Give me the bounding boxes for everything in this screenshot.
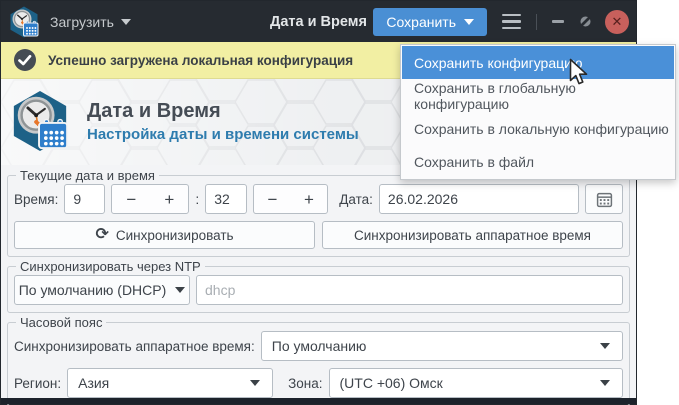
minutes-decrement-button[interactable]: − — [254, 185, 291, 213]
hours-decrement-button[interactable]: − — [112, 185, 150, 213]
calendar-picker-button[interactable] — [585, 184, 623, 214]
ntp-mode-value: По умолчанию (DHCP) — [18, 282, 167, 298]
menu-item-save-config[interactable]: Сохранить конфигурацию — [402, 46, 674, 79]
module-clock-icon — [9, 88, 71, 154]
minutes-increment-button[interactable]: + — [291, 185, 328, 213]
date-input[interactable] — [378, 184, 579, 214]
app-clock-icon — [8, 6, 40, 38]
chevron-down-icon — [175, 287, 186, 293]
titlebar-separator — [536, 13, 537, 30]
notification-text: Успешно загружена локальная конфигурация — [48, 52, 354, 68]
save-dropdown-menu: Сохранить конфигурацию Сохранить в глоба… — [400, 44, 676, 180]
hw-sync-value: По умолчанию — [271, 338, 367, 354]
time-label: Время: — [14, 191, 59, 207]
zone-select[interactable]: (UTC +06) Омск — [328, 368, 623, 398]
menu-item-save-local-config[interactable]: Сохранить в локальную конфигурацию — [402, 112, 674, 145]
timezone-legend: Часовой пояс — [20, 315, 103, 330]
sync-time-label: Синхронизировать — [115, 227, 234, 243]
menu-item-label: Сохранить в локальную конфигурацию — [414, 120, 669, 137]
hours-stepper: − + — [111, 184, 190, 214]
hours-input[interactable] — [64, 184, 106, 214]
minimize-button[interactable] — [550, 20, 566, 23]
load-menu-button[interactable]: Загрузить — [50, 14, 131, 30]
close-button[interactable]: ✕ — [605, 9, 629, 34]
zone-label: Зона: — [288, 375, 323, 391]
region-select[interactable]: Азия — [67, 368, 274, 398]
status-bar — [1, 398, 636, 404]
region-value: Азия — [78, 375, 110, 391]
sync-hardware-time-button[interactable]: Синхронизировать аппаратное время — [322, 221, 623, 249]
current-datetime-group: Текущие дата и время Время: − + : − + Да… — [7, 168, 630, 257]
hours-increment-button[interactable]: + — [150, 185, 188, 213]
minutes-input[interactable] — [205, 184, 248, 214]
hamburger-menu-button[interactable] — [500, 12, 523, 32]
load-menu-label: Загрузить — [50, 13, 114, 30]
screen: Загрузить Дата и Время Сохранить ✕ Успеш… — [0, 0, 679, 405]
chevron-down-icon — [600, 380, 610, 386]
region-label: Регион: — [14, 375, 62, 391]
menu-item-save-global-config[interactable]: Сохранить в глобальную конфигурацию — [402, 79, 674, 112]
ntp-mode-dropdown[interactable]: По умолчанию (DHCP) — [14, 275, 190, 305]
ntp-legend: Синхронизировать через NTP — [20, 259, 201, 274]
sync-icon: ⟳ — [95, 226, 109, 243]
current-datetime-legend: Текущие дата и время — [20, 168, 155, 183]
menu-item-label: Сохранить конфигурацию — [414, 54, 583, 71]
time-colon: : — [195, 191, 200, 207]
chevron-down-icon — [464, 18, 474, 25]
content: Текущие дата и время Время: − + : − + Да… — [1, 165, 636, 405]
page-title: Дата и Время — [87, 99, 221, 122]
sync-hardware-time-label: Синхронизировать аппаратное время — [354, 227, 591, 243]
page-subtitle: Настройка даты и времени системы — [87, 125, 359, 143]
menu-item-save-to-file[interactable]: Сохранить в файл — [402, 145, 674, 178]
restore-button[interactable] — [579, 15, 592, 28]
save-menu-button[interactable]: Сохранить — [373, 7, 487, 36]
chevron-down-icon — [250, 380, 261, 386]
titlebar: Загрузить Дата и Время Сохранить ✕ — [1, 1, 636, 42]
success-check-icon — [14, 49, 36, 71]
menu-item-label: Сохранить в глобальную конфигурацию — [414, 79, 576, 112]
sync-time-button[interactable]: ⟳ Синхронизировать — [14, 221, 315, 249]
close-icon: ✕ — [611, 14, 623, 29]
minutes-stepper: − + — [253, 184, 329, 214]
timezone-group: Часовой пояс Синхронизировать аппаратное… — [7, 315, 630, 405]
save-menu-label: Сохранить — [386, 13, 456, 30]
restore-icon — [580, 16, 591, 27]
ntp-server-input[interactable] — [196, 275, 623, 305]
hw-sync-select[interactable]: По умолчанию — [260, 331, 623, 361]
hw-sync-label: Синхронизировать аппаратное время: — [14, 338, 255, 354]
chevron-down-icon — [600, 343, 610, 349]
ntp-group: Синхронизировать через NTP По умолчанию … — [7, 259, 630, 313]
chevron-down-icon — [120, 18, 131, 25]
menu-item-label: Сохранить в файл — [414, 153, 535, 170]
calendar-icon — [596, 192, 612, 207]
date-label: Дата: — [339, 191, 373, 207]
minimize-icon — [552, 20, 564, 23]
zone-value: (UTC +06) Омск — [339, 375, 443, 391]
